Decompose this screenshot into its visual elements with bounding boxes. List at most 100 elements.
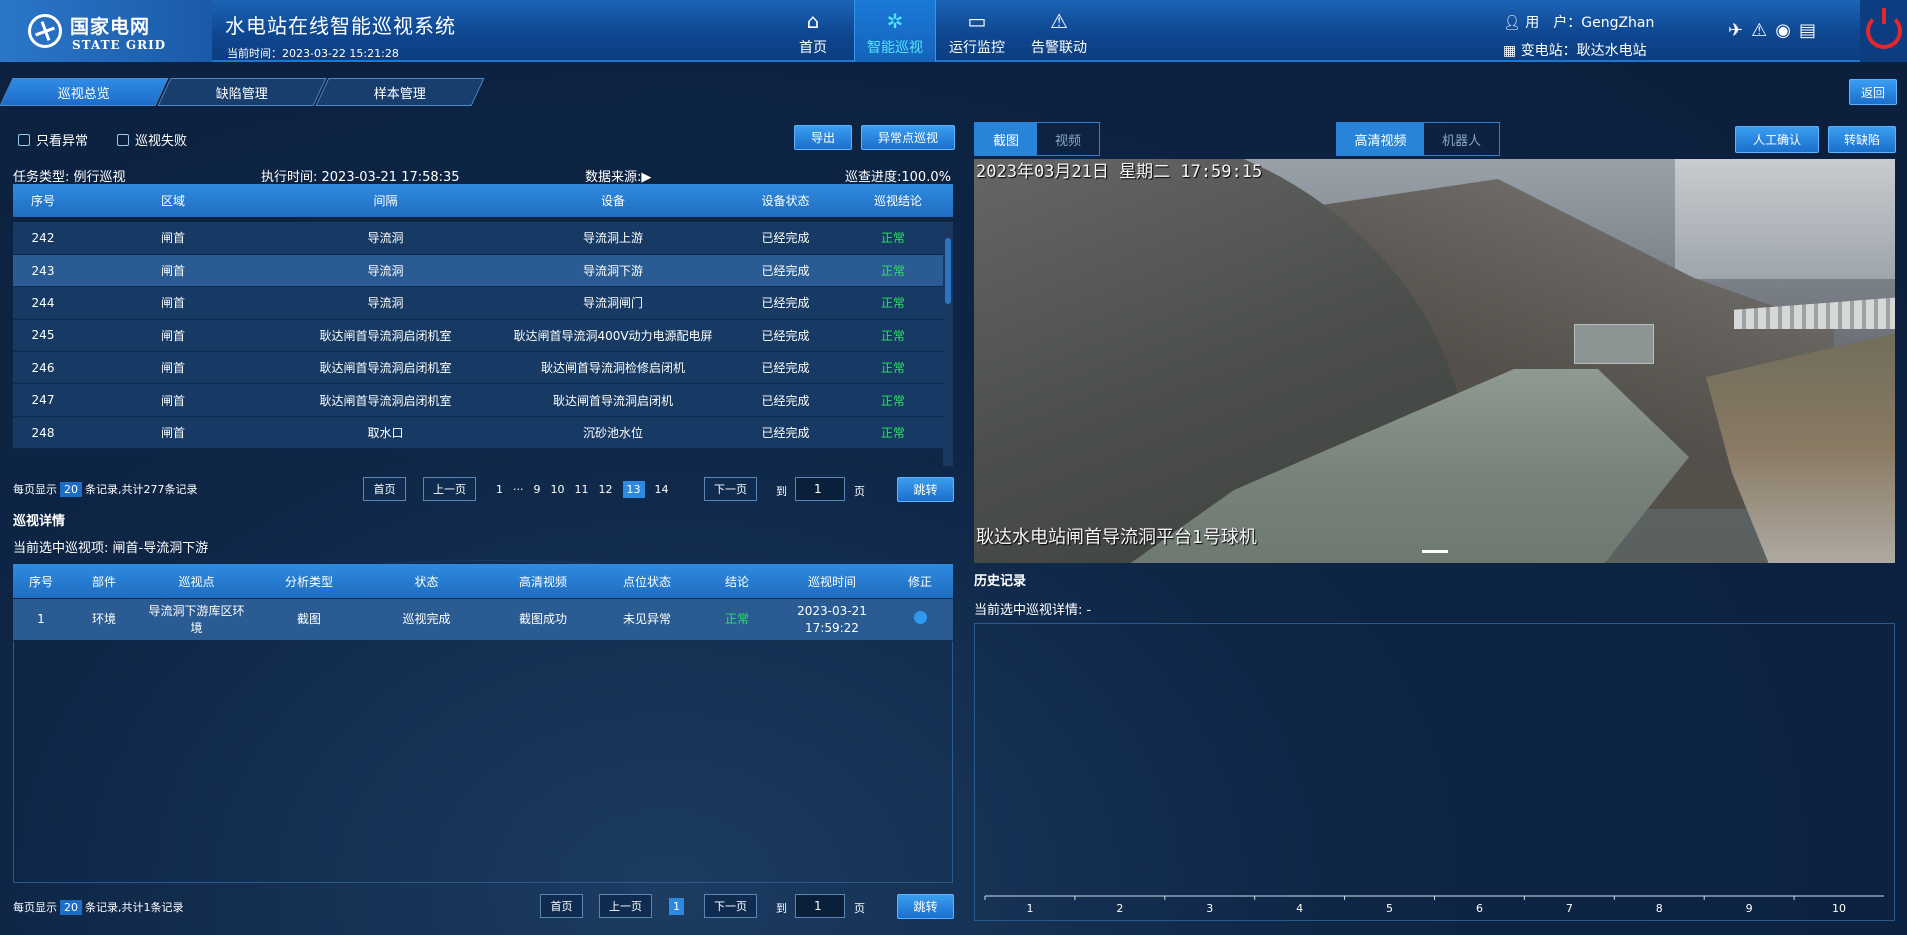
column-header[interactable]: 巡视时间 <box>777 564 887 598</box>
x-tick-label: 1 <box>1026 902 1033 915</box>
first-page-button[interactable]: 首页 <box>540 894 583 918</box>
cell-device-status: 已经完成 <box>761 296 810 311</box>
toggle-screenshot[interactable]: 截图 <box>975 123 1037 155</box>
table-row[interactable]: 242 闸首 导流洞 导流洞上游 已经完成 正常 <box>13 222 943 255</box>
alert-icon[interactable]: ⚠ <box>1751 20 1767 41</box>
first-page-button[interactable]: 首页 <box>363 477 406 501</box>
cell-device: 耿达闸首导流洞启闭机 <box>552 393 673 408</box>
current-page[interactable]: 1 <box>669 898 684 915</box>
table-scrollbar[interactable] <box>943 222 953 466</box>
tab-sample-management[interactable]: 样本管理 <box>315 78 485 106</box>
prev-page-button[interactable]: 上一页 <box>599 894 652 918</box>
per-page-prefix: 每页显示 <box>13 483 57 496</box>
cell-device: 导流洞闸门 <box>582 296 643 311</box>
column-header[interactable]: 设备 <box>498 184 728 217</box>
nav-intelligent-patrol[interactable]: ✲ 智能巡视 <box>854 0 936 62</box>
satellite-icon[interactable]: ✈ <box>1728 20 1743 41</box>
scrollbar-thumb[interactable] <box>945 238 951 304</box>
column-header[interactable]: 状态 <box>364 564 489 598</box>
per-page-select[interactable]: 20 <box>60 899 82 915</box>
patrol-failed-checkbox[interactable]: 巡视失败 <box>117 130 187 149</box>
table-row[interactable]: 245 闸首 耿达闸首导流洞启闭机室 耿达闸首导流洞400V动力电源配电屏 已经完成 正常 <box>13 319 943 352</box>
page-link[interactable]: 10 <box>551 483 565 496</box>
checkbox-box <box>117 133 129 146</box>
column-header[interactable]: 高清视频 <box>489 564 597 598</box>
video-caption: 耿达水电站闸首导流洞平台1号球机 <box>976 527 1257 548</box>
checkbox-label: 只看异常 <box>36 134 89 149</box>
column-header[interactable]: 部件 <box>69 564 139 598</box>
column-header[interactable]: 结论 <box>697 564 777 598</box>
next-page-button[interactable]: 下一页 <box>704 477 757 501</box>
record-summary: 条记录,共计277条记录 <box>85 483 198 496</box>
manual-confirm-button[interactable]: 人工确认 <box>1735 126 1819 153</box>
column-header[interactable]: 区域 <box>73 184 273 217</box>
header-tools: ✈ ⚠ ◉ ▤ <box>1728 20 1816 41</box>
column-header[interactable]: 设备状态 <box>728 184 843 217</box>
toggle-robot[interactable]: 机器人 <box>1424 123 1499 155</box>
table-row[interactable]: 246 闸首 耿达闸首导流洞启闭机室 耿达闸首导流洞检修启闭机 已经完成 正常 <box>13 351 943 384</box>
next-page-button[interactable]: 下一页 <box>704 894 757 918</box>
goto-page-input[interactable]: 1 <box>795 894 845 918</box>
table-row[interactable]: 244 闸首 导流洞 导流洞闸门 已经完成 正常 <box>13 286 943 320</box>
cell-patrol-time: 2023-03-21 17:59:22 <box>797 603 867 635</box>
carousel-indicator[interactable] <box>1422 550 1448 553</box>
nav-home[interactable]: ⌂ 首页 <box>772 0 854 62</box>
table-row[interactable]: 248 闸首 取水口 沉砂池水位 已经完成 正常 <box>13 416 943 449</box>
toggle-video[interactable]: 视频 <box>1037 123 1099 155</box>
jump-button[interactable]: 跳转 <box>897 894 954 919</box>
page-link[interactable]: 1 <box>496 483 503 496</box>
column-header[interactable]: 间隔 <box>273 184 498 217</box>
column-header[interactable]: 巡视点 <box>139 564 254 598</box>
goto-page-input[interactable]: 1 <box>795 477 845 501</box>
state-grid-emblem-icon <box>28 14 62 48</box>
detail-table-header: 序号 部件 巡视点 分析类型 状态 高清视频 点位状态 结论 巡视时间 修正 <box>13 564 953 598</box>
column-header[interactable]: 点位状态 <box>597 564 697 598</box>
gear-icon: ✲ <box>886 9 904 33</box>
table-row[interactable]: 243 闸首 导流洞 导流洞下游 已经完成 正常 <box>13 254 943 287</box>
toggle-hd-video[interactable]: 高清视频 <box>1337 123 1424 155</box>
only-abnormal-checkbox[interactable]: 只看异常 <box>18 130 88 149</box>
cell-index: 248 <box>31 425 55 440</box>
current-time: 当前时间：2023-03-22 15:21:28 <box>227 47 399 60</box>
patrol-snapshot-view[interactable]: 2023年03月21日 星期二 17:59:15 耿达水电站闸首导流洞平台1号球… <box>974 159 1895 563</box>
snapshot-sky <box>1675 159 1895 279</box>
cell-index: 245 <box>31 328 55 343</box>
table-row[interactable]: 1 环境 导流洞下游库区环境 截图 巡视完成 截图成功 未见异常 正常 2023… <box>13 599 953 640</box>
column-header[interactable]: 序号 <box>13 564 69 598</box>
abnormal-patrol-button[interactable]: 异常点巡视 <box>861 125 955 150</box>
current-page[interactable]: 13 <box>622 481 645 498</box>
cell-device-status: 已经完成 <box>761 393 810 408</box>
cell-index: 1 <box>37 612 45 626</box>
column-header[interactable]: 分析类型 <box>254 564 364 598</box>
nav-operation-monitor[interactable]: ▭ 运行监控 <box>936 0 1018 62</box>
home-icon: ⌂ <box>806 9 820 33</box>
nav-alarm-linkage[interactable]: ⚠ 告警联动 <box>1018 0 1100 62</box>
page-link[interactable]: 14 <box>655 483 669 496</box>
export-button[interactable]: 导出 <box>794 125 852 150</box>
page-link[interactable]: 9 <box>534 483 541 496</box>
user-icon: 👤︎ <box>1503 15 1526 31</box>
tab-defect-management[interactable]: 缺陷管理 <box>157 78 327 106</box>
patrol-progress: 巡查进度:100.0% <box>845 170 951 185</box>
column-header[interactable]: 巡视结论 <box>843 184 953 217</box>
station-name: 变电站：耿达水电站 <box>1520 43 1647 59</box>
cell-conclusion: 正常 <box>880 264 905 279</box>
column-header[interactable]: 序号 <box>13 184 73 217</box>
per-page-select[interactable]: 20 <box>60 481 82 497</box>
cell-area: 闸首 <box>160 296 185 311</box>
page-link[interactable]: 12 <box>599 483 613 496</box>
edit-icon[interactable] <box>913 610 927 624</box>
to-defect-button[interactable]: 转缺陷 <box>1828 126 1896 153</box>
page-link[interactable]: 11 <box>575 483 589 496</box>
tab-patrol-overview[interactable]: 巡视总览 <box>0 78 169 106</box>
prev-page-button[interactable]: 上一页 <box>423 477 476 501</box>
column-header[interactable]: 修正 <box>887 564 953 598</box>
power-button[interactable] <box>1860 0 1907 62</box>
cell-bay: 导流洞 <box>367 231 404 246</box>
table-row[interactable]: 247 闸首 耿达闸首导流洞启闭机室 耿达闸首导流洞启闭机 已经完成 正常 <box>13 383 943 417</box>
jump-button[interactable]: 跳转 <box>897 477 954 502</box>
settings-icon[interactable]: ▤ <box>1799 20 1816 41</box>
camera-icon[interactable]: ◉ <box>1775 20 1791 41</box>
back-button[interactable]: 返回 <box>1849 79 1897 105</box>
page-ellipsis[interactable]: ··· <box>513 483 524 496</box>
